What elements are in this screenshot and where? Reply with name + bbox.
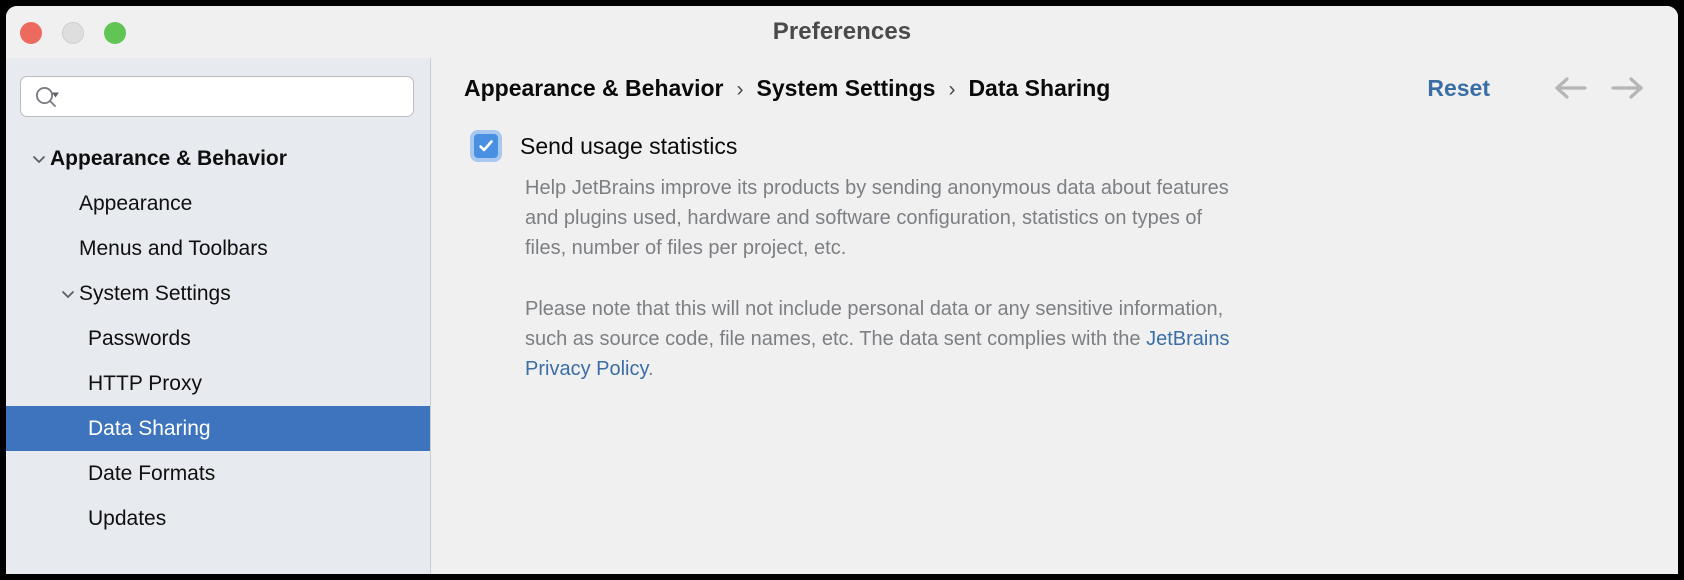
settings-content: Appearance & Behavior › System Settings … (432, 58, 1678, 574)
search-icon (35, 86, 61, 108)
sidebar-item-label: Date Formats (88, 462, 216, 485)
checkbox-box (474, 134, 498, 158)
sidebar-item-passwords[interactable]: Passwords (6, 316, 430, 361)
sidebar-item-label: System Settings (79, 282, 231, 305)
checkmark-icon (479, 140, 493, 152)
title-bar: Preferences (6, 6, 1678, 58)
sidebar-item-appearance-and-behavior[interactable]: Appearance & Behavior (6, 136, 430, 181)
sidebar-item-updates[interactable]: Updates (6, 496, 430, 541)
window-inner: Preferences Appearance & Behavior Appear… (6, 6, 1678, 574)
sidebar-item-label: Appearance (79, 192, 193, 215)
breadcrumb-separator-icon: › (948, 77, 956, 101)
chevron-down-icon[interactable] (57, 283, 79, 305)
settings-sidebar: Appearance & Behavior Appearance Menus a… (6, 58, 431, 574)
sidebar-item-label: Menus and Toolbars (79, 237, 268, 260)
usage-statistics-description-1: Help JetBrains improve its products by s… (525, 177, 1229, 259)
search-field[interactable] (20, 76, 414, 117)
data-sharing-settings: Send usage statistics Help JetBrains imp… (432, 118, 1678, 384)
privacy-note-prefix: Please note that this will not include p… (525, 298, 1224, 350)
sidebar-item-label: Appearance & Behavior (50, 147, 287, 170)
send-usage-statistics-row[interactable]: Send usage statistics (470, 130, 1678, 162)
privacy-note-suffix: . (648, 358, 654, 380)
settings-tree: Appearance & Behavior Appearance Menus a… (6, 136, 430, 541)
usage-statistics-description-2: Please note that this will not include p… (525, 294, 1241, 384)
sidebar-item-label: Data Sharing (88, 417, 211, 440)
sidebar-item-date-formats[interactable]: Date Formats (6, 451, 430, 496)
sidebar-item-system-settings[interactable]: System Settings (6, 271, 430, 316)
breadcrumb-separator-icon: › (736, 77, 744, 101)
sidebar-item-http-proxy[interactable]: HTTP Proxy (6, 361, 430, 406)
sidebar-item-menus-and-toolbars[interactable]: Menus and Toolbars (6, 226, 430, 271)
breadcrumb-bar: Appearance & Behavior › System Settings … (432, 58, 1678, 118)
reset-button[interactable]: Reset (1427, 75, 1490, 102)
search-input[interactable] (61, 85, 403, 108)
breadcrumb-item-system-settings[interactable]: System Settings (756, 75, 935, 102)
arrow-left-icon[interactable] (1550, 67, 1592, 109)
breadcrumb-item-data-sharing: Data Sharing (968, 74, 1111, 101)
send-usage-statistics-checkbox[interactable] (470, 130, 502, 162)
sidebar-item-label: Passwords (88, 327, 191, 350)
sidebar-item-label: HTTP Proxy (88, 372, 202, 395)
window-title: Preferences (772, 18, 912, 45)
sidebar-item-appearance[interactable]: Appearance (6, 181, 430, 226)
breadcrumb-actions: Reset (1427, 58, 1648, 118)
sidebar-item-label: Updates (88, 507, 167, 530)
arrow-right-icon[interactable] (1606, 67, 1648, 109)
sidebar-item-data-sharing[interactable]: Data Sharing (6, 406, 430, 451)
preferences-window: Preferences Appearance & Behavior Appear… (0, 0, 1684, 580)
breadcrumb-item-appearance-and-behavior[interactable]: Appearance & Behavior (464, 75, 723, 102)
send-usage-statistics-label: Send usage statistics (520, 132, 738, 159)
breadcrumb: Appearance & Behavior › System Settings … (464, 75, 1110, 102)
chevron-down-icon[interactable] (28, 148, 50, 170)
